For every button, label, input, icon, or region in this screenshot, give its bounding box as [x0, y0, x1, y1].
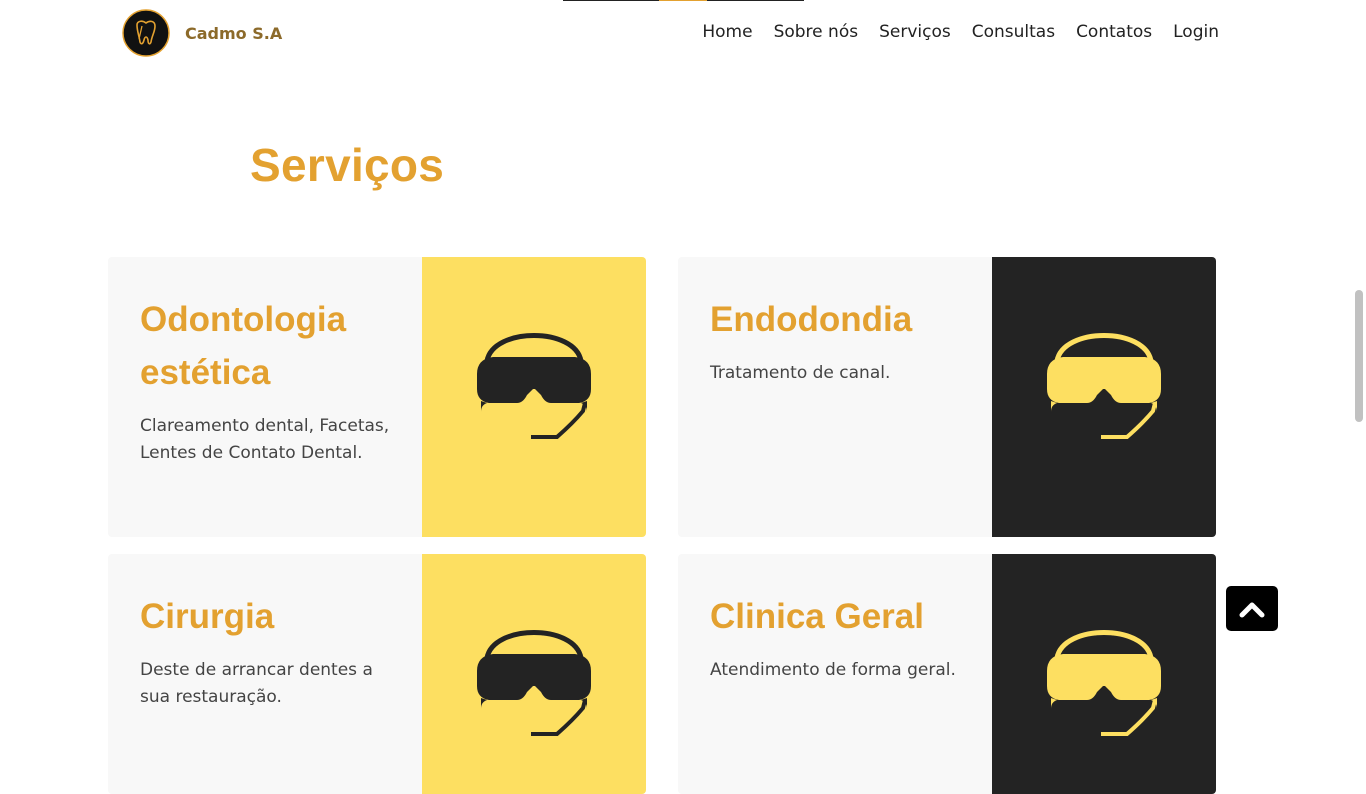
- brand-link[interactable]: Cadmo S.A: [122, 9, 282, 57]
- nav-link-sobre-nos[interactable]: Sobre nós: [774, 20, 859, 44]
- tooth-logo-icon: [122, 9, 170, 57]
- service-card-title: Endodondia: [710, 300, 913, 339]
- service-card-description: Deste de arrancar dentes a sua restauraç…: [140, 660, 373, 707]
- vr-headset-icon: [477, 630, 591, 736]
- main-nav: Home Sobre nós Serviços Consultas Contat…: [702, 20, 1219, 44]
- service-card: Endodondia Tratamento de canal.: [678, 257, 1216, 537]
- service-card-title: Odontologia estética: [140, 300, 347, 392]
- nav-link-consultas[interactable]: Consultas: [972, 20, 1055, 44]
- scrollbar-thumb[interactable]: [1355, 290, 1363, 422]
- service-card-media: [422, 554, 646, 794]
- nav-link-servicos[interactable]: Serviços: [879, 20, 951, 44]
- service-card-text: Cirurgia Deste de arrancar dentes a sua …: [140, 590, 400, 711]
- service-card-description: Clareamento dental, Facetas, Lentes de C…: [140, 416, 390, 463]
- service-card: Clinica Geral Atendimento de forma geral…: [678, 554, 1216, 794]
- service-card-text: Endodondia Tratamento de canal.: [710, 293, 970, 387]
- navbar: Cadmo S.A Home Sobre nós Serviços Consul…: [0, 0, 1352, 66]
- service-card-media: [422, 257, 646, 537]
- chevron-up-icon: [1239, 602, 1265, 617]
- service-card: Odontologia estética Clareamento dental,…: [108, 257, 646, 537]
- page-scrollbar[interactable]: [1352, 0, 1366, 768]
- service-card-title: Cirurgia: [140, 597, 275, 636]
- service-card-title: Clinica Geral: [710, 597, 924, 636]
- brand-name: Cadmo S.A: [185, 23, 283, 43]
- vr-headset-icon: [1047, 630, 1161, 736]
- service-card-text: Odontologia estética Clareamento dental,…: [140, 293, 400, 467]
- service-card: Cirurgia Deste de arrancar dentes a sua …: [108, 554, 646, 794]
- service-card-media: [992, 257, 1216, 537]
- vr-headset-icon: [1047, 333, 1161, 439]
- service-card-description: Tratamento de canal.: [710, 363, 891, 383]
- back-to-top-button[interactable]: [1226, 586, 1278, 631]
- nav-link-login[interactable]: Login: [1173, 20, 1219, 44]
- service-card-media: [992, 554, 1216, 794]
- nav-link-home[interactable]: Home: [702, 20, 752, 44]
- nav-link-contatos[interactable]: Contatos: [1076, 20, 1152, 44]
- vr-headset-icon: [477, 333, 591, 439]
- service-card-description: Atendimento de forma geral.: [710, 660, 956, 680]
- service-card-text: Clinica Geral Atendimento de forma geral…: [710, 590, 970, 684]
- services-title: Serviços: [250, 139, 445, 191]
